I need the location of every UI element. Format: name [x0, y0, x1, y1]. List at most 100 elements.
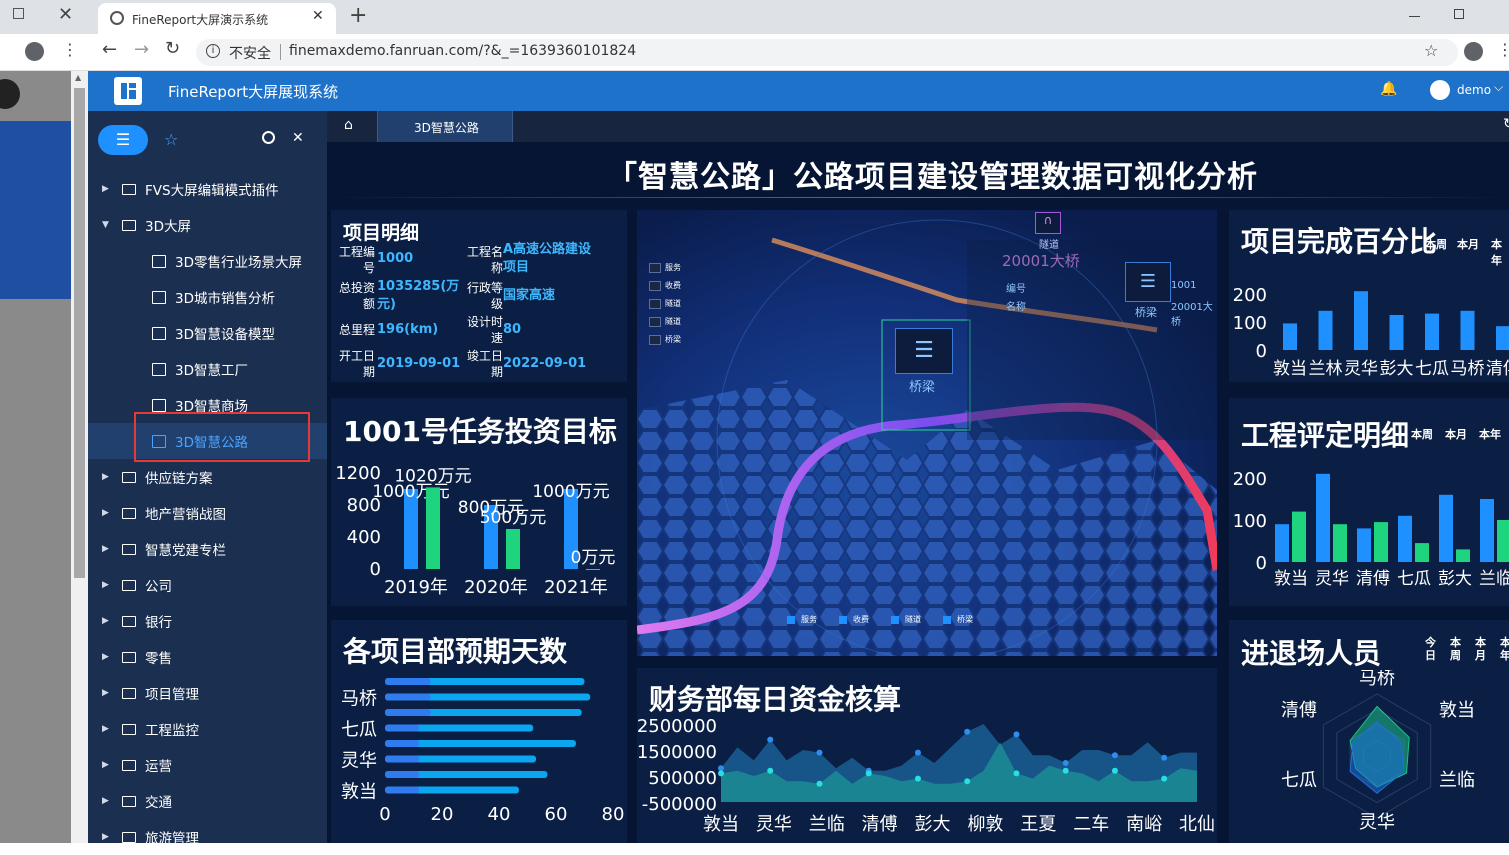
caret-right-icon[interactable]: ▶ — [102, 544, 112, 554]
sidebar-item[interactable]: ▶ 供应链方案 — [88, 459, 327, 495]
y-tick-label: 100 — [1233, 511, 1267, 532]
legend-item[interactable]: 隧道 — [649, 298, 681, 309]
tunnel-marker[interactable]: ∩ — [1035, 212, 1061, 234]
user-avatar-icon[interactable] — [1430, 80, 1450, 100]
sidebar-item[interactable]: ▶ 地产营销战图 — [88, 495, 327, 531]
legend-checkbox[interactable] — [943, 615, 951, 624]
scrollbar-thumb[interactable] — [74, 88, 85, 578]
close-left-tab-icon[interactable]: ✕ — [58, 4, 73, 25]
filter-year[interactable]: 本年 — [1479, 426, 1501, 442]
tab-3d-highway[interactable]: 3D智慧公路 — [377, 111, 513, 142]
bell-icon[interactable]: 🔔 — [1380, 81, 1397, 97]
scroll-up-icon[interactable]: ▲ — [75, 73, 81, 82]
sidebar-item[interactable]: ▶ 零售 — [88, 639, 327, 675]
search-icon[interactable] — [262, 131, 275, 144]
menu-dots-icon[interactable]: ⋮ — [62, 40, 78, 59]
browser-tab[interactable]: FineReport大屏演示系统 ✕ — [98, 3, 336, 34]
label: 速 — [491, 331, 504, 345]
sidebar-item[interactable]: ▶ 公司 — [88, 567, 327, 603]
staff-filter[interactable]: 今日 — [1425, 636, 1438, 662]
caret-down-icon[interactable]: ▼ — [102, 220, 112, 230]
favorites-star-icon[interactable]: ☆ — [164, 130, 178, 149]
staff-filter[interactable]: 本周 — [1450, 636, 1463, 662]
tab-bar: ⌂ 3D智慧公路 ↻ — [327, 111, 1509, 142]
bridge-marker[interactable]: ☰ — [895, 328, 953, 374]
reload-icon[interactable]: ↻ — [165, 38, 180, 59]
legend-item[interactable]: 隧道 — [891, 614, 921, 625]
bridge-label: 桥梁 — [909, 380, 936, 395]
legend-item[interactable]: 收费 — [649, 280, 681, 291]
legend-label: 隧道 — [665, 317, 681, 326]
back-icon[interactable]: ← — [102, 39, 117, 60]
forward-icon[interactable]: → — [134, 39, 149, 60]
caret-right-icon[interactable]: ▶ — [102, 724, 112, 734]
url-box[interactable]: i 不安全 finemaxdemo.fanruan.com/?&_=163936… — [196, 39, 1458, 66]
value: 196(km) — [377, 322, 439, 337]
label: 总里程 — [339, 323, 376, 337]
legend-checkbox[interactable] — [891, 615, 899, 624]
caret-right-icon[interactable]: ▶ — [102, 184, 112, 194]
caret-right-icon[interactable]: ▶ — [102, 508, 112, 518]
legend-checkbox[interactable] — [839, 615, 847, 624]
legend-item[interactable]: 隧道 — [649, 316, 681, 327]
chevron-down-icon[interactable]: ⌵ — [1494, 80, 1503, 95]
sidebar-item[interactable]: ▶ FVS大屏编辑模式插件 — [88, 171, 327, 207]
refresh-icon[interactable]: ↻ — [1503, 116, 1509, 132]
pin-icon[interactable]: ✕ — [292, 130, 304, 146]
x-tick-label: 敦当 — [703, 814, 739, 835]
popup-id: 20001大桥 — [1002, 252, 1080, 270]
profile-icon[interactable] — [25, 42, 44, 61]
caret-right-icon[interactable]: ▶ — [102, 652, 112, 662]
caret-right-icon[interactable]: ▶ — [102, 760, 112, 770]
caret-right-icon[interactable]: ▶ — [102, 832, 112, 842]
sidebar-item[interactable]: ▶ 工程监控 — [88, 711, 327, 747]
folder-icon — [122, 579, 136, 591]
sidebar-item[interactable]: ▶ 旅游管理 — [88, 819, 327, 855]
minimize-icon[interactable] — [1409, 16, 1420, 17]
legend-item[interactable]: 桥梁 — [943, 614, 973, 625]
close-tab-icon[interactable]: ✕ — [312, 8, 324, 24]
sidebar-item[interactable]: ▶ 交通 — [88, 783, 327, 819]
sidebar-item[interactable]: 3D零售行业场景大屏 — [88, 243, 327, 279]
sidebar-item[interactable]: ▼ 3D大屏 — [88, 207, 327, 243]
list-view-button[interactable]: ☰ — [98, 125, 148, 155]
data-point — [1013, 731, 1020, 738]
legend-item[interactable]: 桥梁 — [649, 334, 681, 345]
sidebar-item[interactable]: 3D智慧设备模型 — [88, 315, 327, 351]
staff-filter[interactable]: 本月 — [1475, 636, 1488, 662]
bridge-marker-2[interactable]: ☰ — [1125, 262, 1171, 302]
bookmark-star-icon[interactable]: ☆ — [1424, 41, 1438, 60]
maximize-icon[interactable] — [1454, 9, 1464, 19]
sidebar-item[interactable]: ▶ 项目管理 — [88, 675, 327, 711]
legend-item[interactable]: 服务 — [787, 614, 817, 625]
caret-right-icon[interactable]: ▶ — [102, 688, 112, 698]
legend-checkbox[interactable] — [787, 615, 795, 624]
filter-week[interactable]: 本周 — [1411, 426, 1433, 442]
home-icon[interactable]: ⌂ — [344, 117, 353, 133]
account-icon[interactable] — [1464, 42, 1483, 61]
bar — [1439, 494, 1453, 562]
new-tab-icon[interactable]: + — [349, 3, 367, 28]
legend-item[interactable]: 服务 — [649, 262, 681, 273]
caret-right-icon[interactable]: ▶ — [102, 796, 112, 806]
highway-3d-map[interactable]: ☰ 桥梁 ☰ 桥梁 ∩ 隧道 20001大桥 编号 名称 1001 20001大… — [637, 210, 1217, 656]
legend-item[interactable]: 收费 — [839, 614, 869, 625]
caret-right-icon[interactable]: ▶ — [102, 616, 112, 626]
filter-year[interactable]: 本年 — [1491, 236, 1509, 268]
filter-week[interactable]: 本周 — [1425, 236, 1447, 252]
sidebar-item[interactable]: ▶ 智慧党建专栏 — [88, 531, 327, 567]
filter-month[interactable]: 本月 — [1445, 426, 1467, 442]
filter-month[interactable]: 本月 — [1457, 236, 1479, 252]
user-name[interactable]: demo — [1457, 83, 1491, 97]
restore-window-icon[interactable] — [13, 8, 24, 19]
sidebar-item[interactable]: ▶ 银行 — [88, 603, 327, 639]
caret-right-icon[interactable]: ▶ — [102, 580, 112, 590]
info-icon[interactable]: i — [206, 44, 220, 58]
caret-right-icon[interactable]: ▶ — [102, 472, 112, 482]
staff-filter[interactable]: 本年 — [1500, 636, 1509, 662]
x-tick-label: 60 — [545, 804, 568, 825]
sidebar-item[interactable]: 3D智慧工厂 — [88, 351, 327, 387]
sidebar-item[interactable]: 3D城市销售分析 — [88, 279, 327, 315]
browser-menu-icon[interactable]: ⋮ — [1497, 40, 1509, 59]
sidebar-item[interactable]: ▶ 运营 — [88, 747, 327, 783]
